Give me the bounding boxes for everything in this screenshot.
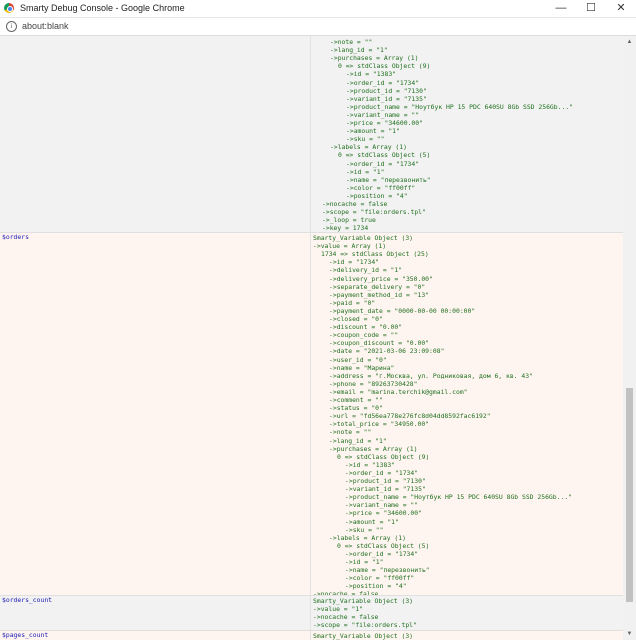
debug-line: ->delivery_id = "1" <box>329 266 403 275</box>
variable-value: Smarty_Variable Object (3) <box>312 631 623 640</box>
debug-line: ->sku = "" <box>345 525 384 534</box>
debug-line: ->color = "ff00ff" <box>346 183 416 192</box>
vertical-scrollbar[interactable]: ▲ ▼ <box>623 36 636 640</box>
debug-line: ->scope = "file:orders.tpl" <box>322 208 426 217</box>
url-text: about:blank <box>22 21 69 31</box>
debug-line: ->product_name = "Ноутбук HP 15 PDC 640S… <box>345 493 573 502</box>
debug-line: ->order_id = "1734" <box>346 78 420 87</box>
variable-value: Smarty_Variable Object (3) ->value = Arra… <box>312 233 623 607</box>
debug-line: ->nocache = false <box>322 200 388 208</box>
minimize-button[interactable]: — <box>546 0 576 17</box>
debug-line: ->position = "4" <box>345 582 407 591</box>
variable-value: ->note = "" ->lang_id = "1" ->purchases = … <box>312 36 623 232</box>
variable-name: $orders_count <box>2 596 53 604</box>
debug-line: Smarty_Variable Object (3) <box>313 234 414 242</box>
debug-line: ->product_id = "7130" <box>345 477 426 485</box>
debug-line: Smarty_Variable Object (3) <box>313 597 414 605</box>
debug-line: 0 => stdClass Object (9) <box>338 62 431 71</box>
debug-line: ->paid = "0" <box>329 298 376 307</box>
debug-line: ->id = "1" <box>345 558 384 566</box>
debug-line: ->payment_date = "0000-00-00 00:00:00" <box>329 306 476 315</box>
debug-line: ->closed = "0" <box>329 315 383 323</box>
debug-line: ->lang_id = "1" <box>330 46 388 55</box>
table-row: ->note = "" ->lang_id = "1" ->purchases = … <box>0 36 623 232</box>
debug-line: ->variant_name = "" <box>346 110 420 119</box>
variable-value: Smarty_Variable Object (3) ->value = "1" -… <box>312 596 623 630</box>
debug-line: ->variant_id = "7135" <box>345 485 426 494</box>
maximize-button[interactable]: ☐ <box>576 0 606 17</box>
debug-line: ->labels = Array (1) <box>329 533 406 542</box>
debug-line: ->variant_name = "" <box>345 501 419 510</box>
debug-line: Smarty_Variable Object (3) <box>313 632 414 640</box>
debug-line: ->coupon_code = "" <box>329 331 399 340</box>
debug-line: ->address = "г.Москва, ул. Родниковая, д… <box>329 371 533 380</box>
debug-line: ->price = "34600.00" <box>345 509 422 518</box>
debug-line: ->comment = "" <box>329 396 383 404</box>
table-row: $orders_count Smarty_Variable Object (3)… <box>0 596 623 630</box>
debug-line: ->coupon_discount = "0.00" <box>329 339 430 348</box>
window-title: Smarty Debug Console - Google Chrome <box>20 3 185 13</box>
debug-line: ->id = "1734" <box>329 258 380 267</box>
debug-line: ->id = "1383" <box>345 460 396 469</box>
debug-table: ->note = "" ->lang_id = "1" ->purchases = … <box>0 36 623 640</box>
debug-line: ->_loop = true <box>322 216 376 225</box>
debug-line: 0 => stdClass Object (5) <box>337 541 430 550</box>
info-icon[interactable]: i <box>6 21 17 32</box>
debug-line: ->scope = "file:orders.tpl" <box>313 621 417 630</box>
debug-line: ->price = "34600.00" <box>346 119 423 127</box>
debug-line: ->note = "" <box>329 428 372 437</box>
title-bar: Smarty Debug Console - Google Chrome — ☐… <box>0 0 636 18</box>
debug-line: ->separate_delivery = "0" <box>329 282 426 291</box>
debug-line: ->nocache = false <box>313 613 379 622</box>
debug-line: ->position = "4" <box>346 191 408 200</box>
debug-line: ->sku = "" <box>346 135 385 144</box>
debug-line: ->id = "1" <box>346 167 385 176</box>
debug-line: ->labels = Array (1) <box>330 143 407 152</box>
scroll-thumb[interactable] <box>626 388 633 602</box>
debug-line: ->note = "" <box>330 38 373 46</box>
scroll-down-arrow-icon[interactable]: ▼ <box>623 628 636 640</box>
debug-line: ->value = "1" <box>313 605 364 614</box>
debug-line: ->color = "ff00ff" <box>345 574 415 583</box>
variable-name: $orders <box>2 233 29 241</box>
debug-line: ->total_price = "34950.00" <box>329 420 430 429</box>
scroll-up-arrow-icon[interactable]: ▲ <box>623 36 636 48</box>
debug-line: ->payment_method_id = "13" <box>329 290 430 299</box>
debug-line: ->name = "Марина" <box>329 363 395 372</box>
debug-line: ->date = "2021-03-06 23:09:08" <box>329 347 445 356</box>
debug-line: ->discount = "0.00" <box>329 323 403 332</box>
debug-line: ->delivery_price = "350.00" <box>329 274 433 283</box>
close-button[interactable]: ✕ <box>606 0 636 17</box>
debug-line: ->amount = "1" <box>345 517 399 526</box>
debug-line: ->product_id = "7130" <box>346 86 427 95</box>
debug-line: ->name = "перезвонить" <box>345 566 430 575</box>
debug-line: ->phone = "89263730428" <box>329 379 418 388</box>
debug-line: ->order_id = "1734" <box>346 159 420 168</box>
chrome-logo-icon <box>4 3 14 13</box>
debug-line: ->lang_id = "1" <box>329 436 387 445</box>
table-row: $pages_count Smarty_Variable Object (3) <box>0 631 623 640</box>
debug-line: ->purchases = Array (1) <box>330 54 419 63</box>
debug-line: 1734 => stdClass Object (25) <box>321 250 429 259</box>
debug-line: ->email = "marina.terchik@gmail.com" <box>329 387 468 396</box>
debug-line: ->value = Array (1) <box>313 242 387 251</box>
debug-line: ->variant_id = "7135" <box>346 94 427 103</box>
debug-line: ->purchases = Array (1) <box>329 444 418 453</box>
table-row: $orders Smarty_Variable Object (3) ->valu… <box>0 233 623 607</box>
debug-line: ->user_id = "0" <box>329 355 387 364</box>
debug-line: ->id = "1383" <box>346 70 397 79</box>
debug-line: ->url = "fd56ea778e276fc8d04dd8592fac619… <box>329 412 491 421</box>
debug-line: 0 => stdClass Object (9) <box>337 452 430 461</box>
debug-line: ->name = "перезвонить" <box>346 175 431 184</box>
debug-line: ->amount = "1" <box>346 127 400 136</box>
debug-line: ->product_name = "Ноутбук HP 15 PDC 640S… <box>346 102 574 111</box>
debug-line: 0 => stdClass Object (5) <box>338 151 431 160</box>
debug-line: ->order_id = "1734" <box>345 549 419 558</box>
debug-line: ->status = "0" <box>329 404 383 413</box>
debug-line: ->order_id = "1734" <box>345 468 419 477</box>
address-bar[interactable]: i about:blank <box>0 18 636 36</box>
variable-name: $pages_count <box>2 631 49 639</box>
